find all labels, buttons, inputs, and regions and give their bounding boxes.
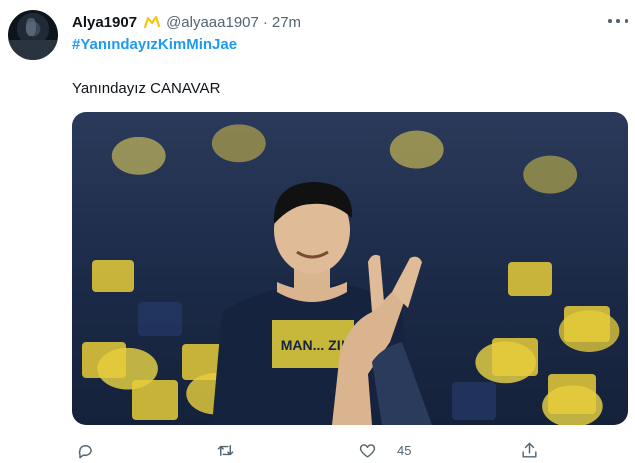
separator-dot: · <box>262 13 268 31</box>
shirt-print: MAN... ZI! <box>281 337 346 353</box>
more-options-icon[interactable] <box>608 12 628 30</box>
more-dot <box>624 19 628 23</box>
like-button[interactable]: 45 <box>358 438 411 462</box>
tweet-text: Yanındayız CANAVAR <box>72 80 221 97</box>
avatar-shade <box>8 40 58 60</box>
crown-badge-icon <box>143 15 161 29</box>
more-dot <box>616 19 620 23</box>
hashtag-link[interactable]: #YanındayızKimMinJae <box>72 36 237 53</box>
tweet-actions: 45 <box>72 438 628 462</box>
reply-button[interactable] <box>76 438 95 462</box>
share-icon <box>522 442 537 458</box>
handle[interactable]: @alyaaa1907 <box>166 14 259 31</box>
avatar-highlight <box>26 18 36 36</box>
tweet-photo[interactable]: MAN... ZI! <box>72 112 628 425</box>
reply-icon <box>78 444 92 458</box>
tweet-header: Alya1907 @alyaaa1907 · 27m <box>72 12 301 32</box>
retweet-button[interactable] <box>216 438 235 462</box>
player-figure: MAN... ZI! <box>212 182 432 425</box>
tweet[interactable]: Alya1907 @alyaaa1907 · 27m #YanındayızKi… <box>0 0 635 463</box>
more-dot <box>608 19 612 23</box>
avatar[interactable] <box>8 10 58 60</box>
timestamp[interactable]: 27m <box>272 14 301 31</box>
like-icon <box>359 443 376 458</box>
display-name[interactable]: Alya1907 <box>72 14 137 31</box>
share-button[interactable] <box>520 438 539 462</box>
like-count: 45 <box>397 442 412 458</box>
retweet-icon <box>217 444 234 456</box>
